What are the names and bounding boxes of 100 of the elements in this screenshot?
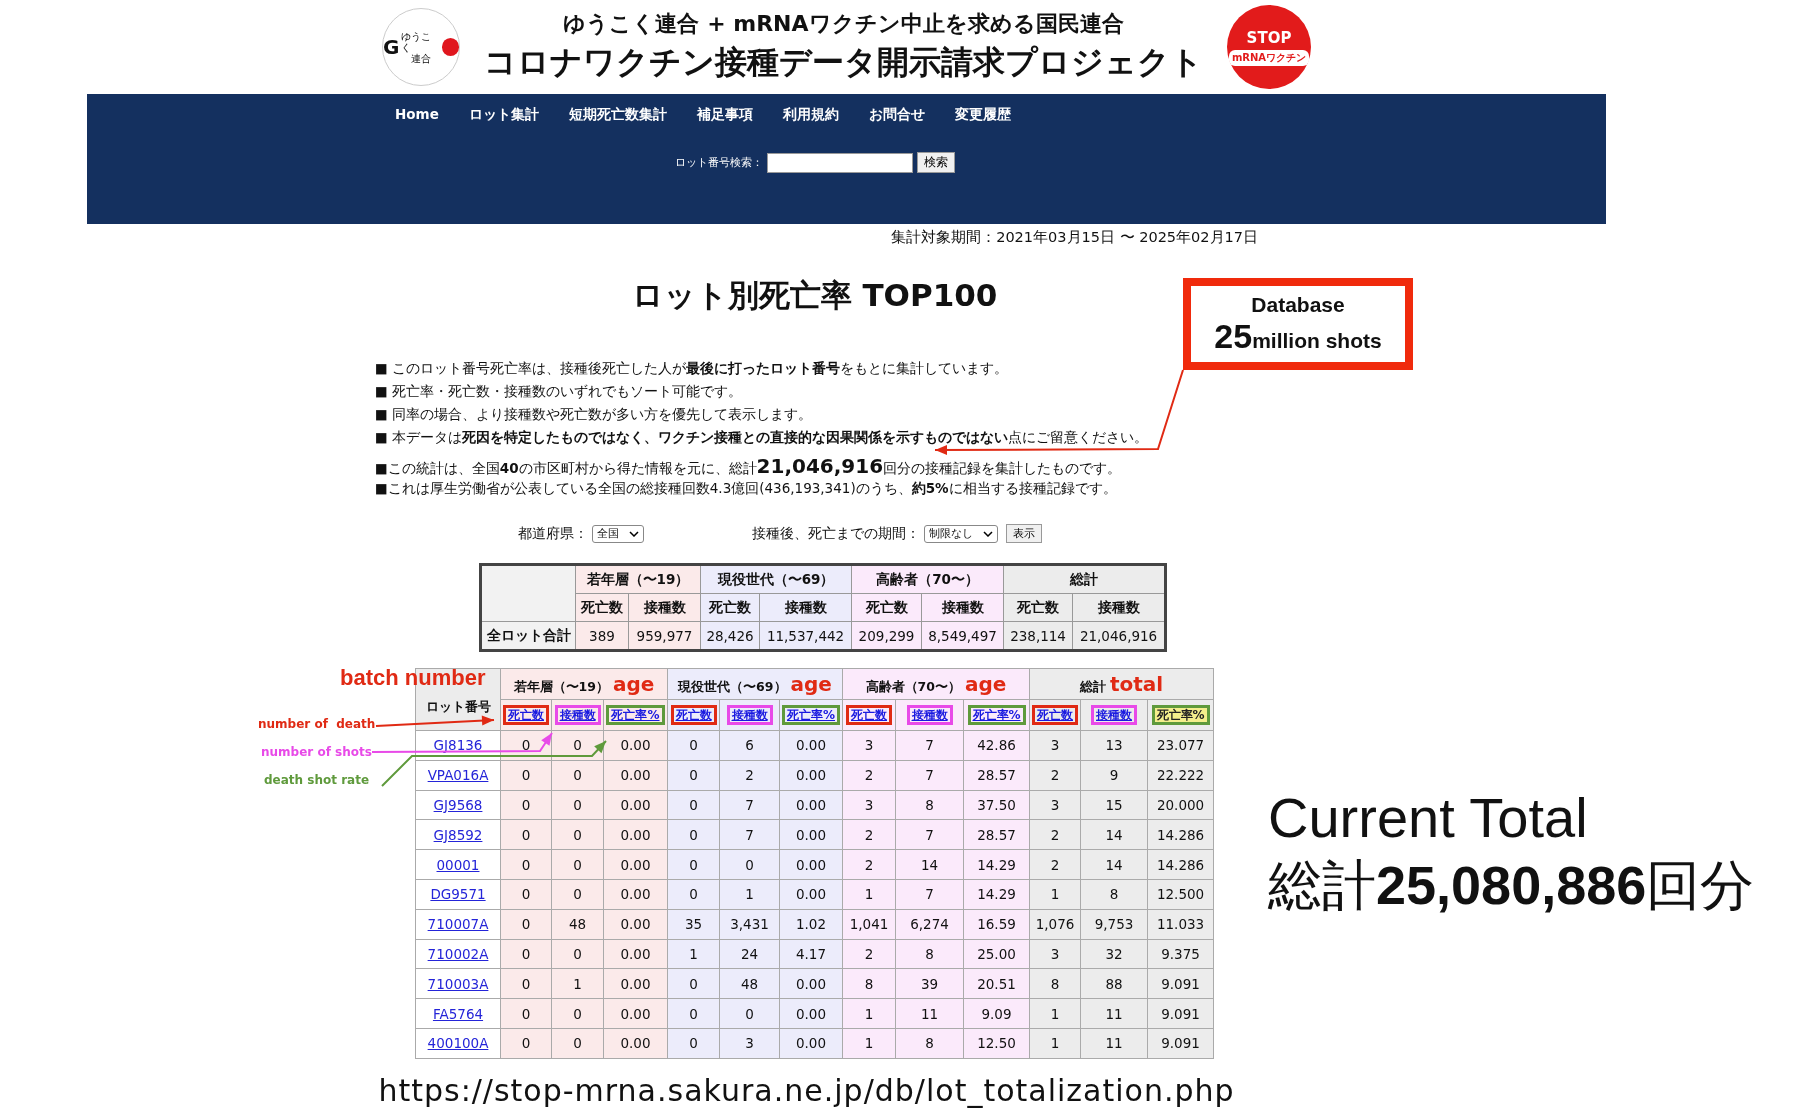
sort-link[interactable]: 死亡率% (967, 705, 1026, 725)
table-cell: 32 (1080, 939, 1148, 969)
table-cell: 6,274 (895, 909, 964, 940)
sort-link[interactable]: 死亡数 (846, 705, 892, 725)
table-cell: 39 (895, 968, 964, 999)
table-cell: 3,431 (719, 909, 780, 940)
nav-link[interactable]: 利用規約 (782, 106, 839, 124)
table-header-cell: 接種数 (921, 593, 1004, 622)
table-cell: 0.00 (603, 760, 668, 791)
table-cell: 1 (842, 879, 896, 910)
total-caption: Current Total (1268, 785, 1589, 850)
nav-link[interactable]: お問合せ (868, 106, 925, 124)
sort-link[interactable]: 接種数 (554, 705, 601, 725)
page-title: ロット別死亡率 TOP100 (631, 276, 998, 315)
table-cell: 8 (842, 968, 896, 999)
table-cell: 0 (551, 939, 604, 969)
sort-link[interactable]: 死亡率% (1151, 705, 1210, 725)
table-cell: 9.091 (1147, 968, 1214, 999)
table-cell: 6 (719, 730, 780, 761)
table-header-cell: 死亡数 (700, 593, 760, 622)
sort-link[interactable]: 死亡数 (670, 705, 717, 725)
table-header-cell: 接種数 (1072, 593, 1166, 622)
table-cell: 9 (1080, 760, 1148, 791)
table-cell: 0.00 (779, 760, 843, 791)
table-cell: 14 (1080, 819, 1148, 850)
table-cell: 389 (575, 621, 629, 651)
table-cell: 238,114 (1003, 621, 1073, 651)
table-cell: 11.033 (1147, 909, 1214, 940)
prefecture-select[interactable]: 全国 (592, 524, 644, 543)
search-button[interactable]: 検索 (916, 152, 955, 173)
table-cell: 0.00 (779, 819, 843, 850)
table-cell: 24 (719, 939, 780, 969)
table-cell: 0 (551, 1028, 604, 1059)
sort-link[interactable]: 接種数 (906, 705, 953, 725)
table-cell: 14.29 (963, 849, 1030, 880)
nav-link[interactable]: Home (395, 106, 439, 124)
table-cell: 14.29 (963, 879, 1030, 910)
table-cell: 0 (667, 760, 720, 791)
table-cell: 3 (842, 790, 896, 820)
table-cell: 42.86 (963, 730, 1030, 761)
group-label: 若年層（〜19） (513, 679, 609, 696)
table-cell: 2 (842, 939, 896, 969)
table-cell: 22.222 (1147, 760, 1214, 791)
sort-link[interactable]: 接種数 (726, 705, 773, 725)
table-cell: 7 (895, 879, 964, 910)
group-label: 総計 (1079, 679, 1106, 696)
table-header-cell: 現役世代（〜69） (700, 564, 852, 594)
table-cell: 0.00 (603, 968, 668, 999)
sort-link[interactable]: 死亡数 (1032, 705, 1078, 725)
annotation-label: age (790, 672, 832, 696)
table-cell: 4.17 (779, 939, 843, 969)
nav-link[interactable]: ロット集計 (468, 106, 539, 124)
table-cell: 0 (551, 849, 604, 880)
table-cell: 1 (551, 968, 604, 999)
table-cell: 7 (895, 760, 964, 791)
table-cell: 0.00 (779, 790, 843, 820)
table-cell: 1.02 (779, 909, 843, 940)
table-cell: 209,299 (851, 621, 922, 651)
nav-link[interactable]: 短期死亡数集計 (568, 106, 667, 124)
table-cell: 28.57 (963, 819, 1030, 850)
show-button[interactable]: 表示 (1006, 524, 1042, 543)
sort-link[interactable]: 死亡数 (503, 705, 549, 725)
sort-link[interactable]: 死亡率% (782, 705, 840, 725)
nav-link[interactable]: 補足事項 (696, 106, 753, 124)
table-cell: 14.286 (1147, 849, 1214, 880)
table-cell: 48 (551, 909, 604, 940)
table-cell: 0.00 (603, 849, 668, 880)
table-cell: 12.500 (1147, 879, 1214, 910)
table-cell: 1 (667, 939, 720, 969)
table-cell: 16.59 (963, 909, 1030, 940)
table-cell: 11 (895, 998, 964, 1029)
sort-link[interactable]: 死亡率% (606, 705, 665, 725)
table-cell: 3 (842, 730, 896, 761)
table-cell: 14 (1080, 849, 1148, 880)
interval-select[interactable]: 制限なし (924, 524, 998, 543)
table-cell: 8,549,497 (921, 621, 1004, 651)
table-cell: 0 (667, 1028, 720, 1059)
table-cell: 1 (842, 1028, 896, 1059)
nav-link[interactable]: 変更履歴 (954, 106, 1011, 124)
note-text: ■ このロット番号死亡率は、接種後死亡した人が最後に打ったロット番号をもとに集計しています。 (375, 359, 1009, 378)
table-cell: 8 (895, 1028, 964, 1059)
table-cell: 7 (719, 790, 780, 820)
table-cell: 0.00 (603, 909, 668, 940)
table-cell: 9.375 (1147, 939, 1214, 969)
sort-link[interactable]: 接種数 (1091, 705, 1137, 725)
filter-label: 接種後、死亡までの期間： (752, 524, 920, 543)
table-cell: 0.00 (779, 730, 843, 761)
period-text: 集計対象期間：2021年03月15日 〜 2025年02月17日 (891, 228, 1258, 247)
table-cell: 14.286 (1147, 819, 1214, 850)
table-cell: 1 (842, 998, 896, 1029)
table-cell: 13 (1080, 730, 1148, 761)
table-cell: 0 (667, 790, 720, 820)
table-cell: 0.00 (779, 1028, 843, 1059)
annotation-label: number of shots (261, 745, 372, 759)
table-cell: 9.091 (1147, 1028, 1214, 1059)
annotation-label: death shot rate (264, 773, 370, 787)
search-field[interactable] (766, 152, 913, 173)
table-cell: 0 (667, 730, 720, 761)
table-cell: 14 (895, 849, 964, 880)
table-header-cell: 接種数 (628, 593, 701, 622)
